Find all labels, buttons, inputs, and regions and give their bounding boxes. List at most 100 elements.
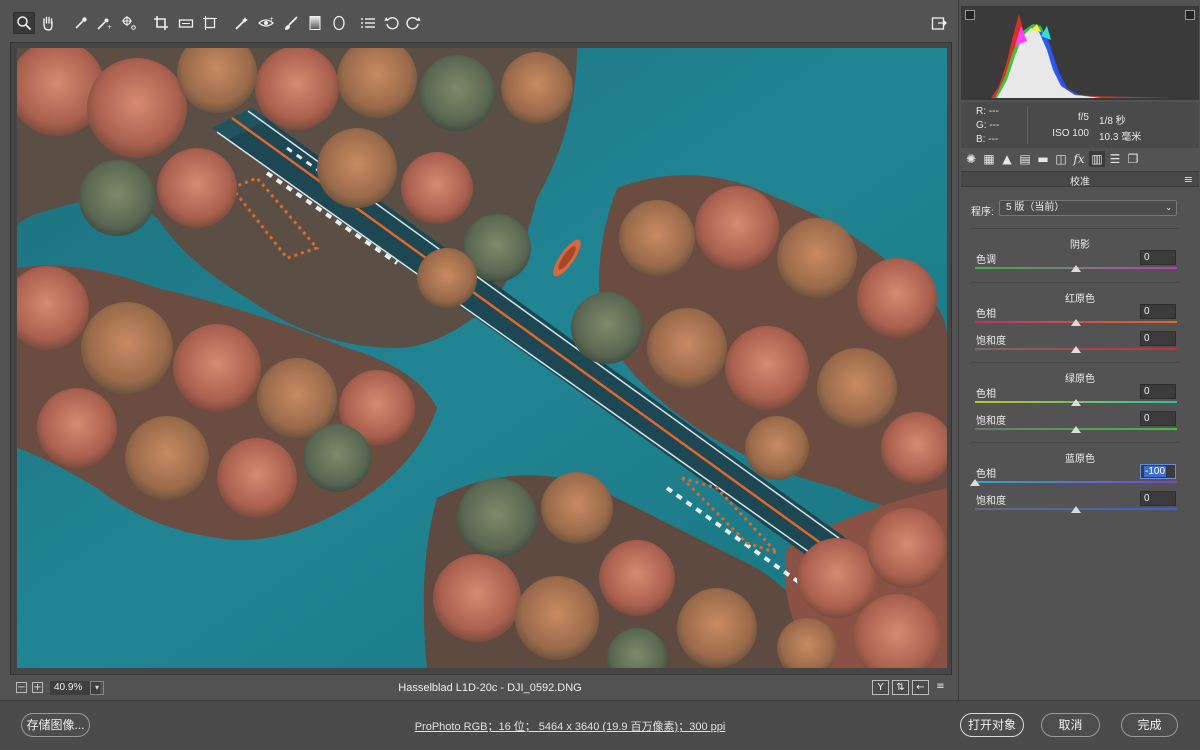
image-status-bar: − + 40.9% ▾ Hasselblad L1D-20c - DJI_059… [10, 678, 952, 698]
panel-title: 校准 [1070, 177, 1090, 188]
blue-primary-hue-value: -100 [1144, 466, 1167, 477]
panel-menu-icon[interactable]: ≡ [1184, 173, 1193, 186]
swap-settings-button[interactable]: ⇅ [892, 680, 909, 695]
section-divider [971, 362, 1179, 363]
color-sampler-icon[interactable]: + [93, 12, 115, 34]
workflow-options-link[interactable]: ProPhoto RGB；16 位； 5464 x 3640 (19.9 百万像… [370, 718, 770, 734]
green-primary-hue-slider-thumb[interactable] [1071, 399, 1081, 406]
tab-basic-aperture-icon[interactable]: ✺ [963, 151, 979, 167]
blue-primary-hue-slider-track[interactable] [975, 481, 1177, 483]
zoom-dropdown[interactable]: ▾ [90, 681, 104, 695]
toolbar: + + [0, 0, 958, 42]
chevron-down-icon: ⌄ [1165, 203, 1172, 212]
section-divider [971, 228, 1179, 229]
cancel-button[interactable]: 取消 [1041, 713, 1100, 737]
blue-primary-hue-slider-thumb[interactable] [970, 479, 980, 486]
blue-primary-saturation-slider-thumb[interactable] [1071, 506, 1081, 513]
blue-primary-saturation-value: 0 [1144, 493, 1150, 504]
save-image-button[interactable]: 存储图像... [21, 713, 90, 737]
panel-tabs: ✺ ▦ ▲ ▤ ▬ ◫ fx ▥ ☰ ❐ [961, 150, 1199, 170]
iso-value: ISO 100 [1052, 128, 1089, 139]
green-primary-saturation-value-input[interactable]: 0 [1140, 411, 1176, 426]
open-object-button[interactable]: 打开对象 [960, 713, 1024, 737]
blue-primary-saturation-label: 饱和度 [976, 496, 1006, 507]
shadows-tint-label: 色调 [976, 255, 996, 266]
red-primary-hue-value: 0 [1144, 306, 1150, 317]
tab-effects-fx-icon[interactable]: fx [1071, 151, 1087, 167]
magnifier-icon[interactable] [13, 12, 35, 34]
process-version-value: 5 版（当前） [1006, 202, 1065, 213]
shadows-tint-value-input[interactable]: 0 [1140, 250, 1176, 265]
aerial-photo[interactable] [17, 48, 947, 668]
section-title-red-primary: 红原色 [1065, 294, 1095, 305]
radial-filter-icon[interactable] [328, 12, 350, 34]
aperture-value: f/5 [1077, 112, 1089, 123]
green-primary-saturation-value: 0 [1144, 413, 1150, 424]
tab-snapshots-icon[interactable]: ❐ [1125, 151, 1141, 167]
green-primary-saturation-label: 饱和度 [976, 416, 1006, 427]
export-icon[interactable] [928, 12, 950, 34]
tab-calibration-film-icon[interactable]: ▥ [1089, 151, 1105, 167]
crop-icon[interactable] [150, 12, 172, 34]
blue-primary-hue-label: 色相 [976, 469, 996, 480]
tab-hsl-icon[interactable]: ▤ [1017, 151, 1033, 167]
highlight-clipping-warning-icon[interactable] [1185, 10, 1195, 20]
tab-presets-sliders-icon[interactable]: ☰ [1107, 151, 1123, 167]
hand-icon[interactable] [37, 12, 59, 34]
svg-text:+: + [269, 16, 274, 23]
shadows-tint-value: 0 [1144, 252, 1150, 263]
shutter-value: 1/8 秒 [1099, 116, 1126, 127]
blue-primary-hue-value-input[interactable]: -100 [1140, 464, 1176, 479]
blue-primary-saturation-value-input[interactable]: 0 [1140, 491, 1176, 506]
healing-brush-icon[interactable] [231, 12, 253, 34]
info-readout: R: --- G: --- B: --- f/5 1/8 秒 ISO 100 1… [961, 102, 1199, 148]
list-icon[interactable] [357, 12, 379, 34]
red-primary-hue-slider-thumb[interactable] [1071, 319, 1081, 326]
readout-divider [1027, 106, 1028, 144]
red-readout: R: --- [976, 106, 999, 117]
level-icon[interactable] [175, 12, 197, 34]
tab-tone-curve-grid-icon[interactable]: ▦ [981, 151, 997, 167]
focal-length-value: 10.3 毫米 [1099, 132, 1142, 143]
target-adjust-icon[interactable] [118, 12, 140, 34]
red-primary-saturation-value-input[interactable]: 0 [1140, 331, 1176, 346]
shadow-clipping-warning-icon[interactable] [965, 10, 975, 20]
tab-lens-icon[interactable]: ◫ [1053, 151, 1069, 167]
red-primary-saturation-label: 饱和度 [976, 336, 1006, 347]
green-readout: G: --- [976, 120, 1000, 131]
eyedropper-icon[interactable] [70, 12, 92, 34]
settings-toggle-icon[interactable]: ≡ [932, 680, 949, 695]
green-primary-hue-value-input[interactable]: 0 [1140, 384, 1176, 399]
tab-detail-mountain-icon[interactable]: ▲ [999, 151, 1015, 167]
section-divider [971, 282, 1179, 283]
histogram [961, 6, 1199, 100]
shadows-tint-slider-thumb[interactable] [1071, 265, 1081, 272]
graduated-filter-icon[interactable] [304, 12, 326, 34]
brush-icon[interactable] [280, 12, 302, 34]
section-title-shadows: 阴影 [1070, 240, 1090, 251]
panel-title-bar: 校准 ≡ [961, 171, 1199, 188]
red-primary-hue-label: 色相 [976, 309, 996, 320]
bottom-bar: 存储图像... ProPhoto RGB；16 位； 5464 x 3640 (… [0, 700, 1200, 750]
green-primary-saturation-slider-thumb[interactable] [1071, 426, 1081, 433]
red-eye-icon[interactable]: + [255, 12, 277, 34]
process-label: 程序: [971, 207, 994, 218]
done-button[interactable]: 完成 [1121, 713, 1178, 737]
section-title-blue-primary: 蓝原色 [1065, 454, 1095, 465]
red-primary-saturation-value: 0 [1144, 333, 1150, 344]
tab-split-toning-icon[interactable]: ▬ [1035, 151, 1051, 167]
transform-icon[interactable] [199, 12, 221, 34]
adjustment-panel: R: --- G: --- B: --- f/5 1/8 秒 ISO 100 1… [958, 0, 1200, 700]
copy-settings-button[interactable]: ← [912, 680, 929, 695]
red-primary-hue-value-input[interactable]: 0 [1140, 304, 1176, 319]
rotate-cw-icon[interactable] [402, 12, 424, 34]
before-after-y-button[interactable]: Y [872, 680, 889, 695]
zoom-in-button[interactable]: + [32, 682, 43, 693]
rotate-ccw-icon[interactable] [381, 12, 403, 34]
blue-readout: B: --- [976, 134, 999, 145]
red-primary-saturation-slider-thumb[interactable] [1071, 346, 1081, 353]
green-primary-hue-label: 色相 [976, 389, 996, 400]
image-canvas [10, 42, 952, 675]
zoom-out-button[interactable]: − [16, 682, 27, 693]
process-version-select[interactable]: 5 版（当前） ⌄ [999, 200, 1177, 216]
